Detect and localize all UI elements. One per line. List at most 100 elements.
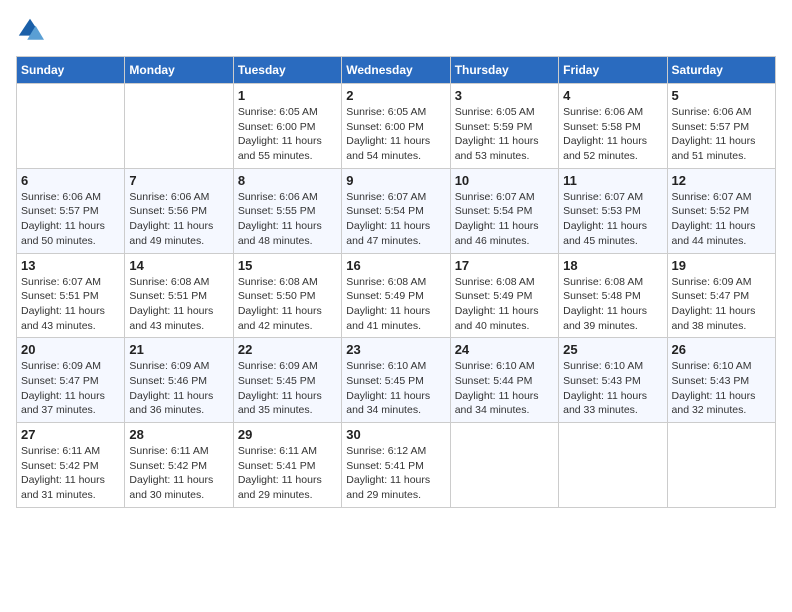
day-number: 19 [672, 258, 771, 273]
calendar-day-cell: 27 Sunrise: 6:11 AMSunset: 5:42 PMDayligh… [17, 423, 125, 508]
calendar-week-row: 27 Sunrise: 6:11 AMSunset: 5:42 PMDayligh… [17, 423, 776, 508]
day-number: 27 [21, 427, 120, 442]
day-detail: Sunrise: 6:09 AMSunset: 5:47 PMDaylight:… [21, 359, 120, 418]
calendar-day-cell [125, 84, 233, 169]
day-detail: Sunrise: 6:06 AMSunset: 5:57 PMDaylight:… [672, 105, 771, 164]
day-number: 7 [129, 173, 228, 188]
day-number: 9 [346, 173, 445, 188]
day-detail: Sunrise: 6:06 AMSunset: 5:58 PMDaylight:… [563, 105, 662, 164]
day-number: 11 [563, 173, 662, 188]
weekday-header: Thursday [450, 57, 558, 84]
calendar-day-cell: 3Sunrise: 6:05 AMSunset: 5:59 PMDaylight… [450, 84, 558, 169]
day-number: 1 [238, 88, 337, 103]
calendar-day-cell: 29 Sunrise: 6:11 AMSunset: 5:41 PMDayligh… [233, 423, 341, 508]
calendar-day-cell: 26Sunrise: 6:10 AMSunset: 5:43 PMDayligh… [667, 338, 775, 423]
day-number: 18 [563, 258, 662, 273]
day-number: 4 [563, 88, 662, 103]
day-number: 10 [455, 173, 554, 188]
calendar-day-cell: 4 Sunrise: 6:06 AMSunset: 5:58 PMDaylight… [559, 84, 667, 169]
weekday-header: Sunday [17, 57, 125, 84]
calendar-day-cell: 5 Sunrise: 6:06 AMSunset: 5:57 PMDaylight… [667, 84, 775, 169]
day-detail: Sunrise: 6:08 AMSunset: 5:49 PMDaylight:… [455, 275, 554, 334]
day-number: 30 [346, 427, 445, 442]
calendar-day-cell: 22 Sunrise: 6:09 AMSunset: 5:45 PMDayligh… [233, 338, 341, 423]
calendar-header-row: SundayMondayTuesdayWednesdayThursdayFrid… [17, 57, 776, 84]
day-number: 21 [129, 342, 228, 357]
day-detail: Sunrise: 6:11 AMSunset: 5:42 PMDaylight:… [129, 444, 228, 503]
weekday-header: Saturday [667, 57, 775, 84]
day-detail: Sunrise: 6:12 AMSunset: 5:41 PMDaylight:… [346, 444, 445, 503]
calendar-day-cell: 24Sunrise: 6:10 AMSunset: 5:44 PMDayligh… [450, 338, 558, 423]
day-number: 13 [21, 258, 120, 273]
calendar-day-cell: 20Sunrise: 6:09 AMSunset: 5:47 PMDayligh… [17, 338, 125, 423]
day-number: 14 [129, 258, 228, 273]
day-detail: Sunrise: 6:06 AMSunset: 5:55 PMDaylight:… [238, 190, 337, 249]
day-number: 2 [346, 88, 445, 103]
day-detail: Sunrise: 6:09 AMSunset: 5:45 PMDaylight:… [238, 359, 337, 418]
day-number: 23 [346, 342, 445, 357]
day-number: 24 [455, 342, 554, 357]
day-detail: Sunrise: 6:07 AMSunset: 5:51 PMDaylight:… [21, 275, 120, 334]
calendar-day-cell: 8 Sunrise: 6:06 AMSunset: 5:55 PMDaylight… [233, 168, 341, 253]
calendar-day-cell [450, 423, 558, 508]
weekday-header: Friday [559, 57, 667, 84]
day-number: 25 [563, 342, 662, 357]
day-number: 22 [238, 342, 337, 357]
day-number: 17 [455, 258, 554, 273]
day-number: 12 [672, 173, 771, 188]
day-number: 5 [672, 88, 771, 103]
day-detail: Sunrise: 6:08 AMSunset: 5:51 PMDaylight:… [129, 275, 228, 334]
calendar-day-cell: 25 Sunrise: 6:10 AMSunset: 5:43 PMDayligh… [559, 338, 667, 423]
weekday-header: Tuesday [233, 57, 341, 84]
calendar-week-row: 6 Sunrise: 6:06 AMSunset: 5:57 PMDaylight… [17, 168, 776, 253]
calendar-day-cell: 21 Sunrise: 6:09 AMSunset: 5:46 PMDayligh… [125, 338, 233, 423]
calendar-day-cell: 12 Sunrise: 6:07 AMSunset: 5:52 PMDayligh… [667, 168, 775, 253]
day-number: 16 [346, 258, 445, 273]
day-detail: Sunrise: 6:06 AMSunset: 5:56 PMDaylight:… [129, 190, 228, 249]
calendar-day-cell: 16Sunrise: 6:08 AMSunset: 5:49 PMDayligh… [342, 253, 450, 338]
page-header [16, 16, 776, 44]
day-number: 8 [238, 173, 337, 188]
calendar-day-cell: 1 Sunrise: 6:05 AMSunset: 6:00 PMDaylight… [233, 84, 341, 169]
day-detail: Sunrise: 6:08 AMSunset: 5:48 PMDaylight:… [563, 275, 662, 334]
logo [16, 16, 46, 44]
day-detail: Sunrise: 6:05 AMSunset: 5:59 PMDaylight:… [455, 105, 554, 164]
day-detail: Sunrise: 6:07 AMSunset: 5:54 PMDaylight:… [346, 190, 445, 249]
calendar-day-cell: 6 Sunrise: 6:06 AMSunset: 5:57 PMDaylight… [17, 168, 125, 253]
calendar-day-cell: 28 Sunrise: 6:11 AMSunset: 5:42 PMDayligh… [125, 423, 233, 508]
calendar-day-cell: 11 Sunrise: 6:07 AMSunset: 5:53 PMDayligh… [559, 168, 667, 253]
calendar-day-cell: 10 Sunrise: 6:07 AMSunset: 5:54 PMDayligh… [450, 168, 558, 253]
calendar-day-cell [667, 423, 775, 508]
calendar-day-cell: 30 Sunrise: 6:12 AMSunset: 5:41 PMDayligh… [342, 423, 450, 508]
calendar-day-cell: 17 Sunrise: 6:08 AMSunset: 5:49 PMDayligh… [450, 253, 558, 338]
day-detail: Sunrise: 6:05 AMSunset: 6:00 PMDaylight:… [346, 105, 445, 164]
day-detail: Sunrise: 6:10 AMSunset: 5:43 PMDaylight:… [563, 359, 662, 418]
calendar-day-cell: 2 Sunrise: 6:05 AMSunset: 6:00 PMDaylight… [342, 84, 450, 169]
day-detail: Sunrise: 6:07 AMSunset: 5:52 PMDaylight:… [672, 190, 771, 249]
calendar-day-cell: 14 Sunrise: 6:08 AMSunset: 5:51 PMDayligh… [125, 253, 233, 338]
day-detail: Sunrise: 6:10 AMSunset: 5:45 PMDaylight:… [346, 359, 445, 418]
day-number: 15 [238, 258, 337, 273]
day-detail: Sunrise: 6:09 AMSunset: 5:47 PMDaylight:… [672, 275, 771, 334]
calendar-week-row: 20Sunrise: 6:09 AMSunset: 5:47 PMDayligh… [17, 338, 776, 423]
day-detail: Sunrise: 6:06 AMSunset: 5:57 PMDaylight:… [21, 190, 120, 249]
day-number: 26 [672, 342, 771, 357]
day-detail: Sunrise: 6:07 AMSunset: 5:53 PMDaylight:… [563, 190, 662, 249]
day-detail: Sunrise: 6:07 AMSunset: 5:54 PMDaylight:… [455, 190, 554, 249]
weekday-header: Monday [125, 57, 233, 84]
day-detail: Sunrise: 6:09 AMSunset: 5:46 PMDaylight:… [129, 359, 228, 418]
calendar-week-row: 1 Sunrise: 6:05 AMSunset: 6:00 PMDaylight… [17, 84, 776, 169]
calendar-table: SundayMondayTuesdayWednesdayThursdayFrid… [16, 56, 776, 508]
calendar-day-cell: 19 Sunrise: 6:09 AMSunset: 5:47 PMDayligh… [667, 253, 775, 338]
day-number: 28 [129, 427, 228, 442]
calendar-day-cell [559, 423, 667, 508]
calendar-day-cell: 18 Sunrise: 6:08 AMSunset: 5:48 PMDayligh… [559, 253, 667, 338]
day-number: 6 [21, 173, 120, 188]
day-detail: Sunrise: 6:08 AMSunset: 5:50 PMDaylight:… [238, 275, 337, 334]
calendar-day-cell [17, 84, 125, 169]
day-detail: Sunrise: 6:11 AMSunset: 5:42 PMDaylight:… [21, 444, 120, 503]
day-detail: Sunrise: 6:11 AMSunset: 5:41 PMDaylight:… [238, 444, 337, 503]
calendar-day-cell: 15 Sunrise: 6:08 AMSunset: 5:50 PMDayligh… [233, 253, 341, 338]
day-detail: Sunrise: 6:05 AMSunset: 6:00 PMDaylight:… [238, 105, 337, 164]
day-number: 29 [238, 427, 337, 442]
